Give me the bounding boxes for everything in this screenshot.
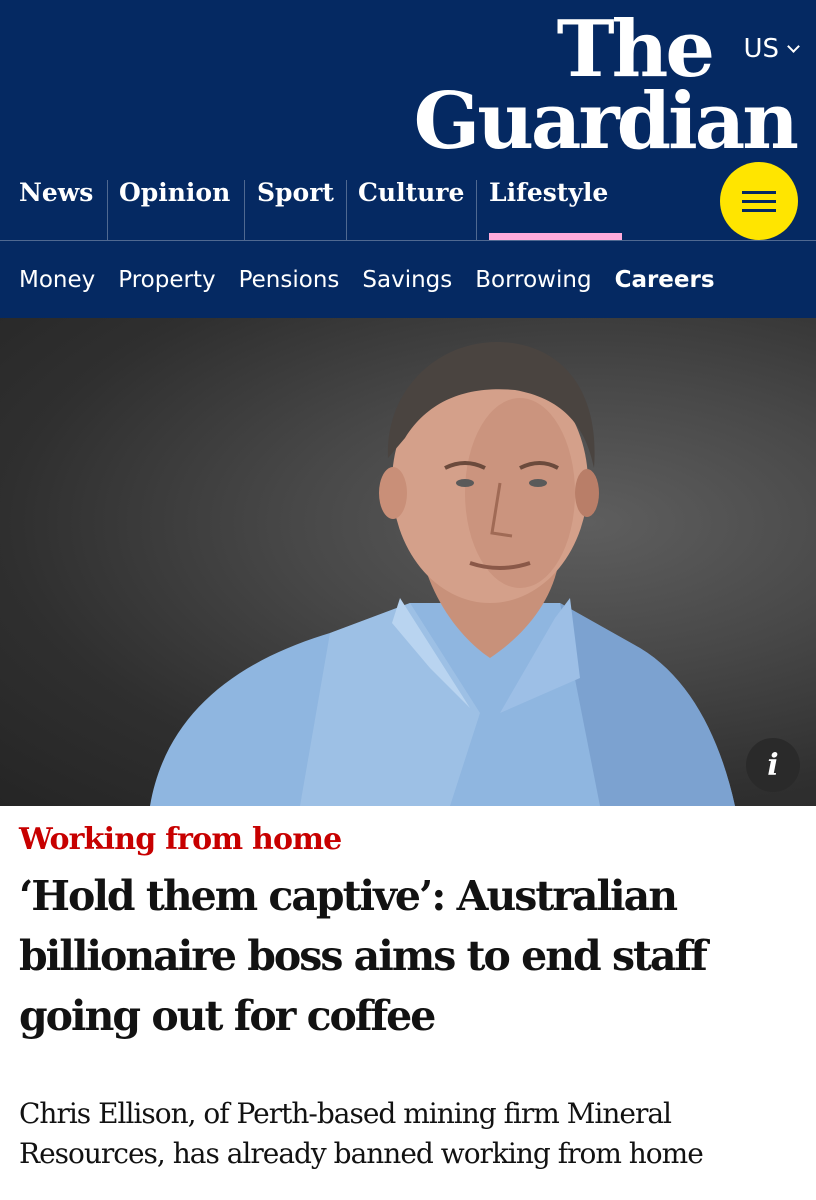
logo-line-2: Guardian bbox=[413, 75, 799, 167]
guardian-logo[interactable]: The Guardian bbox=[413, 4, 799, 167]
subnav-borrowing[interactable]: Borrowing bbox=[475, 267, 591, 293]
pillar-nav: News Opinion Sport Culture Lifestyle bbox=[0, 160, 816, 240]
pillar-divider bbox=[107, 180, 108, 240]
subnav: Money Property Pensions Savings Borrowin… bbox=[0, 241, 816, 318]
subnav-property[interactable]: Property bbox=[118, 267, 215, 293]
pillar-news[interactable]: News bbox=[19, 160, 93, 240]
article-headline: ‘Hold them captive’: Australian billiona… bbox=[19, 872, 708, 1040]
subnav-savings[interactable]: Savings bbox=[362, 267, 452, 293]
logo-line-1: The bbox=[556, 4, 715, 95]
masthead: US The Guardian News Opinion Sport Cultu… bbox=[0, 0, 816, 318]
pillar-divider bbox=[346, 180, 347, 240]
pillar-opinion[interactable]: Opinion bbox=[119, 160, 230, 240]
pillar-sport[interactable]: Sport bbox=[257, 160, 334, 240]
article-kicker[interactable]: Working from home bbox=[19, 822, 342, 857]
pillar-culture[interactable]: Culture bbox=[358, 160, 464, 240]
subnav-pensions[interactable]: Pensions bbox=[239, 267, 340, 293]
pillar-divider bbox=[476, 180, 477, 240]
hero-image bbox=[0, 318, 816, 806]
menu-button[interactable] bbox=[720, 162, 798, 240]
subnav-careers[interactable]: Careers bbox=[615, 267, 715, 293]
info-icon[interactable]: i bbox=[746, 738, 800, 792]
article-standfirst: Chris Ellison, of Perth-based mining fir… bbox=[19, 1097, 704, 1170]
subnav-money[interactable]: Money bbox=[19, 267, 95, 293]
portrait-illustration bbox=[150, 341, 735, 806]
hamburger-icon bbox=[742, 190, 776, 194]
pillar-lifestyle[interactable]: Lifestyle bbox=[489, 160, 622, 240]
pillar-divider bbox=[244, 180, 245, 240]
